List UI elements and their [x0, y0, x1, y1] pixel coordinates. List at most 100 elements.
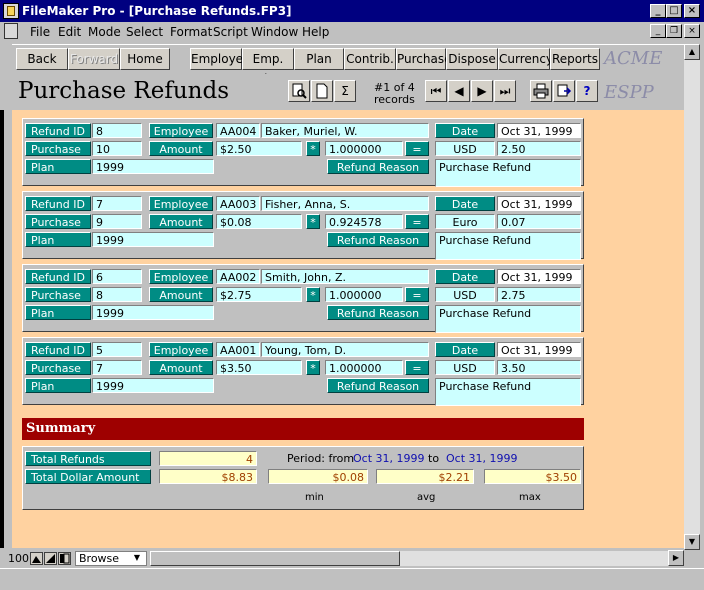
date-field[interactable]: Oct 31, 1999 — [497, 342, 581, 357]
back-button[interactable]: Back — [16, 48, 68, 70]
plan-field[interactable]: 1999 — [92, 378, 214, 393]
refund-reason-field[interactable]: Purchase Refund — [435, 305, 581, 333]
scroll-up-icon[interactable]: ▲ — [684, 44, 700, 60]
purchase-id-field[interactable]: 10 — [92, 141, 142, 156]
horizontal-scroll-track[interactable] — [400, 551, 670, 566]
amount-field[interactable]: $2.75 — [216, 287, 302, 302]
exchange-rate-field[interactable]: 1.000000 — [325, 360, 403, 375]
document-icon[interactable] — [4, 23, 18, 39]
refund-reason-field[interactable]: Purchase Refund — [435, 159, 581, 187]
purchase-id-label: Purchase ID — [25, 214, 91, 244]
currency-field[interactable]: USD — [435, 287, 495, 302]
doc-close-icon[interactable]: × — [684, 24, 700, 38]
menu-edit[interactable]: Edit — [58, 25, 81, 39]
export-icon[interactable] — [553, 80, 575, 102]
currency-button[interactable]: Currency — [498, 48, 553, 70]
refund-reason-field[interactable]: Purchase Refund — [435, 232, 581, 260]
find-icon[interactable] — [288, 80, 310, 102]
menu-script[interactable]: Script — [213, 25, 248, 39]
horizontal-scroll-thumb[interactable] — [150, 551, 400, 566]
minimize-icon[interactable]: _ — [650, 4, 666, 18]
new-record-icon[interactable] — [311, 80, 333, 102]
reports-button[interactable]: Reports — [550, 48, 600, 70]
date-field[interactable]: Oct 31, 1999 — [497, 269, 581, 284]
multiply-sign: * — [306, 141, 320, 156]
purchase-id-label: Purchase ID — [25, 287, 91, 317]
refund-id-field[interactable]: 8 — [92, 123, 142, 138]
employee-code-field[interactable]: AA001 — [216, 342, 260, 357]
refund-id-field[interactable]: 7 — [92, 196, 142, 211]
amount-field[interactable]: $2.50 — [216, 141, 302, 156]
currency-field[interactable]: USD — [435, 360, 495, 375]
period-from-value: Oct 31, 1999 — [353, 452, 425, 465]
date-field[interactable]: Oct 31, 1999 — [497, 123, 581, 138]
converted-amount-field[interactable]: 3.50 — [497, 360, 581, 375]
zoom-level[interactable]: 100 — [8, 552, 29, 565]
plan-field[interactable]: 1999 — [92, 232, 214, 247]
employee-name-field[interactable]: Smith, John, Z. — [261, 269, 429, 284]
refund-reason-label: Refund Reason — [327, 378, 429, 393]
last-record-icon[interactable]: ⏭ — [494, 80, 516, 102]
currency-field[interactable]: USD — [435, 141, 495, 156]
amount-field[interactable]: $0.08 — [216, 214, 302, 229]
purchase-id-field[interactable]: 8 — [92, 287, 142, 302]
filemaker-app-icon[interactable] — [3, 3, 19, 19]
menu-help[interactable]: Help — [302, 25, 329, 39]
amount-label: Amount — [149, 141, 213, 156]
date-field[interactable]: Oct 31, 1999 — [497, 196, 581, 211]
employee-name-field[interactable]: Young, Tom, D. — [261, 342, 429, 357]
employee-code-field[interactable]: AA004 — [216, 123, 260, 138]
menu-file[interactable]: File — [30, 25, 50, 39]
converted-amount-field[interactable]: 2.75 — [497, 287, 581, 302]
home-button[interactable]: Home — [120, 48, 170, 70]
zoom-out-icon[interactable] — [30, 552, 43, 565]
exchange-rate-field[interactable]: 1.000000 — [325, 141, 403, 156]
doc-minimize-icon[interactable]: _ — [650, 24, 666, 38]
scroll-right-icon[interactable]: ▶ — [668, 550, 684, 566]
employee-code-field[interactable]: AA002 — [216, 269, 260, 284]
dispose-button[interactable]: Dispose — [446, 48, 498, 70]
first-record-icon[interactable]: ⏮ — [425, 80, 447, 102]
next-record-icon[interactable]: ▶ — [471, 80, 493, 102]
doc-restore-icon[interactable]: ❐ — [666, 24, 682, 38]
summary-panel: Total Refunds 4 Period: from Oct 31, 199… — [22, 446, 584, 510]
purchase-button[interactable]: Purchase — [396, 48, 452, 70]
employee-name-field[interactable]: Baker, Muriel, W. — [261, 123, 429, 138]
plan-field[interactable]: 1999 — [92, 305, 214, 320]
close-icon[interactable]: × — [684, 4, 700, 18]
refund-reason-field[interactable]: Purchase Refund — [435, 378, 581, 406]
sort-sigma-button[interactable]: Σ — [334, 80, 356, 102]
emp-list-button[interactable]: Emp. List — [242, 48, 294, 86]
purchase-id-field[interactable]: 7 — [92, 360, 142, 375]
currency-field[interactable]: Euro — [435, 214, 495, 229]
contrib-button[interactable]: Contrib. — [344, 48, 396, 70]
converted-amount-field[interactable]: 0.07 — [497, 214, 581, 229]
exchange-rate-field[interactable]: 1.000000 — [325, 287, 403, 302]
plan-button[interactable]: Plan — [294, 48, 344, 70]
print-icon[interactable] — [530, 80, 552, 102]
menu-format[interactable]: Format — [170, 25, 212, 39]
chevron-down-icon[interactable]: ▼ — [130, 552, 144, 564]
refund-id-field[interactable]: 5 — [92, 342, 142, 357]
converted-amount-field[interactable]: 2.50 — [497, 141, 581, 156]
help-button[interactable]: ? — [576, 80, 598, 102]
employee-name-field[interactable]: Fisher, Anna, S. — [261, 196, 429, 211]
scroll-down-icon[interactable]: ▼ — [684, 534, 700, 550]
status-area-toggle-icon[interactable] — [58, 552, 71, 565]
vertical-scrollbar[interactable] — [684, 44, 700, 550]
zoom-in-icon[interactable] — [44, 552, 57, 565]
purchase-id-field[interactable]: 9 — [92, 214, 142, 229]
menu-mode[interactable]: Mode — [88, 25, 121, 39]
employee-button[interactable]: Employee — [190, 48, 250, 70]
amount-field[interactable]: $3.50 — [216, 360, 302, 375]
plan-field[interactable]: 1999 — [92, 159, 214, 174]
forward-button[interactable]: Forward — [68, 48, 120, 70]
menu-window[interactable]: Window — [251, 25, 298, 39]
menu-select[interactable]: Select — [126, 25, 163, 39]
exchange-rate-field[interactable]: 0.924578 — [325, 214, 403, 229]
min-amount-value: $0.08 — [268, 469, 368, 484]
previous-record-icon[interactable]: ◀ — [448, 80, 470, 102]
employee-code-field[interactable]: AA003 — [216, 196, 260, 211]
refund-id-field[interactable]: 6 — [92, 269, 142, 284]
maximize-icon[interactable]: □ — [666, 4, 682, 18]
